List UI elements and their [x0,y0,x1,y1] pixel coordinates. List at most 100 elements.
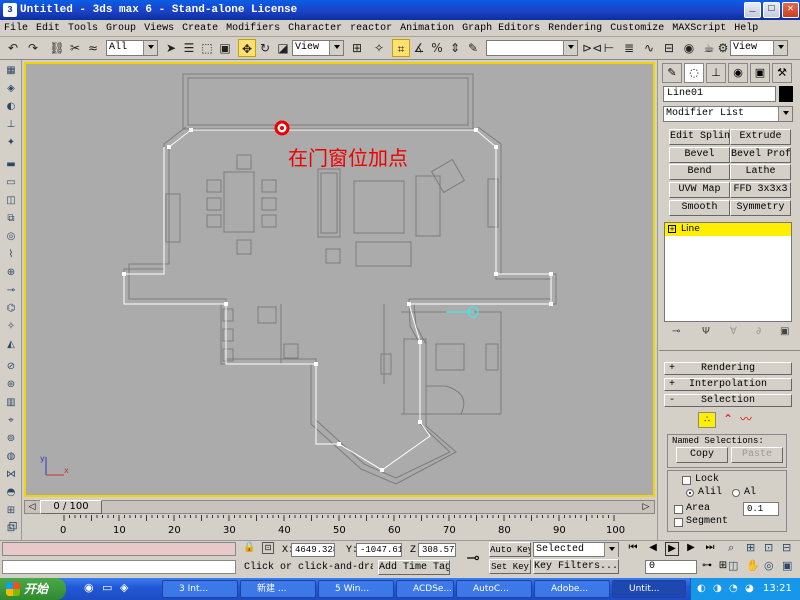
select-by-name-icon[interactable]: ☰ [180,39,198,57]
menu-character[interactable]: Character [284,20,346,37]
menu-group[interactable]: Group [102,20,140,37]
stack-item-line[interactable]: + Line [665,223,791,236]
mini-curve-editor-icon[interactable]: ⊡ [4,519,22,535]
interpolation-rollout[interactable]: + Interpolation [664,378,792,391]
mirror-icon[interactable]: ⊳⊲ [582,39,602,57]
next-frame-icon[interactable]: ▷ [640,501,652,513]
utilities-tab-icon[interactable]: ⚒ [772,63,792,83]
close-button[interactable]: ✕ [782,2,799,18]
key-icon[interactable]: ⊸ [460,544,486,572]
modify-tab-icon[interactable]: ◌ [684,63,704,83]
maxscript-input[interactable] [2,560,236,574]
menu-tools[interactable]: Tools [64,20,102,37]
x-coordinate-field[interactable]: 4649.328 [291,543,335,557]
tool-icon[interactable]: ⊥ [3,118,19,132]
tool-icon[interactable]: ⊸ [3,284,19,298]
maximize-viewport-icon[interactable]: ▣ [782,559,792,572]
selection-rollout[interactable]: - Selection [664,394,792,407]
clock[interactable]: 13:21 [763,578,792,600]
tool-icon[interactable]: ⊛ [3,378,19,392]
task-button[interactable]: 新建 ... [240,580,316,598]
z-coordinate-field[interactable]: 308.57 [418,543,456,557]
layer-manager-icon[interactable]: ≣ [620,39,638,57]
tool-icon[interactable]: ▬ [3,158,19,172]
tool-icon[interactable]: ✧ [3,320,19,334]
tool-icon[interactable]: ⧉ [3,212,19,226]
bind-spacewarp-icon[interactable]: ≈ [84,39,102,57]
paste-button[interactable]: Paste [731,447,783,463]
set-key-button[interactable]: Set Key [489,559,531,574]
object-color-swatch[interactable] [779,86,793,102]
area-checkbox[interactable] [674,505,683,514]
menu-views[interactable]: Views [140,20,178,37]
spinner-snap-icon[interactable]: ⇕ [446,39,464,57]
undo-icon[interactable]: ↶ [4,39,22,57]
align-icon[interactable]: ⊢ [600,39,618,57]
tool-icon[interactable]: ⊘ [3,360,19,374]
quicklaunch-ie-icon[interactable]: ◉ [84,581,98,595]
ffd-3x3x3-button[interactable]: FFD 3x3x3 [730,182,791,198]
task-button[interactable]: 3 Int... [162,580,238,598]
menu-graph-editors[interactable]: Graph Editors [458,20,544,37]
tool-icon[interactable]: ◈ [3,82,19,96]
arc-rotate-icon[interactable]: ◎ [764,559,774,572]
lock-selection-icon[interactable]: 🔒 [243,542,255,553]
menu-create[interactable]: Create [178,20,222,37]
configure-sets-icon[interactable]: ▣ [780,326,789,337]
tool-icon[interactable]: ⊞ [3,504,19,518]
modifier-list-dropdown[interactable]: Modifier List [663,106,793,122]
tray-icon[interactable]: ◐ [697,578,706,600]
lock-checkbox[interactable] [682,476,691,485]
copy-button[interactable]: Copy [676,447,728,463]
goto-end-icon[interactable]: ⏭ [703,542,717,556]
goto-start-icon[interactable]: ⏮ [626,542,640,556]
rect-selection-icon[interactable]: ⬚ [198,39,216,57]
task-button[interactable]: 5 Win... [318,580,394,598]
tool-icon[interactable]: ◐ [3,100,19,114]
time-slider[interactable]: 0 / 100 [40,500,102,514]
tool-icon[interactable]: ⌖ [3,414,19,428]
smooth-button[interactable]: Smooth [669,200,730,216]
object-name-field[interactable]: Line01 [663,86,776,102]
expand-icon[interactable]: + [668,225,676,233]
tool-icon[interactable]: ◭ [3,338,19,352]
select-object-icon[interactable]: ➤ [162,39,180,57]
menu-reactor[interactable]: reactor [346,20,396,37]
select-scale-icon[interactable]: ◪ [274,39,292,57]
maximize-button[interactable]: □ [763,2,780,18]
tool-icon[interactable]: ◫ [3,194,19,208]
segment-level-icon[interactable]: ⌃ [720,412,736,428]
y-coordinate-field[interactable]: -1047.61 [356,543,402,557]
menu-help[interactable]: Help [730,20,762,37]
task-button[interactable]: ACDSe... [396,580,454,598]
task-button[interactable]: AutoC... [456,580,532,598]
menu-maxscript[interactable]: MAXScript [668,20,730,37]
modifier-stack[interactable]: + Line [664,222,792,322]
pivot-center-icon[interactable]: ⊞ [348,39,366,57]
segment-checkbox[interactable] [674,518,683,527]
symmetry-button[interactable]: Symmetry [730,200,791,216]
maxscript-listener-mini[interactable] [2,542,236,556]
motion-tab-icon[interactable]: ◉ [728,63,748,83]
menu-file[interactable]: File [0,20,32,37]
select-rotate-icon[interactable]: ↻ [256,39,274,57]
link-icon[interactable]: ⛓ [48,39,66,57]
prev-frame-icon[interactable]: ◁ [26,501,38,513]
angle-snap-icon[interactable]: ∡ [410,39,428,57]
menu-edit[interactable]: Edit [32,20,64,37]
tool-icon[interactable]: ⊕ [3,266,19,280]
play-icon[interactable]: ▶ [665,542,679,556]
tool-icon[interactable]: ⊚ [3,432,19,446]
menu-modifiers[interactable]: Modifiers [222,20,284,37]
tool-icon[interactable]: ▭ [3,176,19,190]
named-selection-dropdown[interactable] [486,40,578,56]
edit-spline-button[interactable]: Edit Spline [669,129,730,145]
unlink-icon[interactable]: ✂ [66,39,84,57]
show-end-result-icon[interactable]: Ψ [702,326,710,337]
key-mode-dropdown[interactable]: Selected [533,542,619,557]
area-spinner[interactable]: 0.1 [743,502,779,516]
vertex-level-icon[interactable]: ∴ [698,412,716,428]
zoom-all-icon[interactable]: ⊞ [746,541,755,554]
top-viewport[interactable]: y x 在门窗位加点 [24,62,655,497]
uvw-map-button[interactable]: UVW Map [669,182,730,198]
